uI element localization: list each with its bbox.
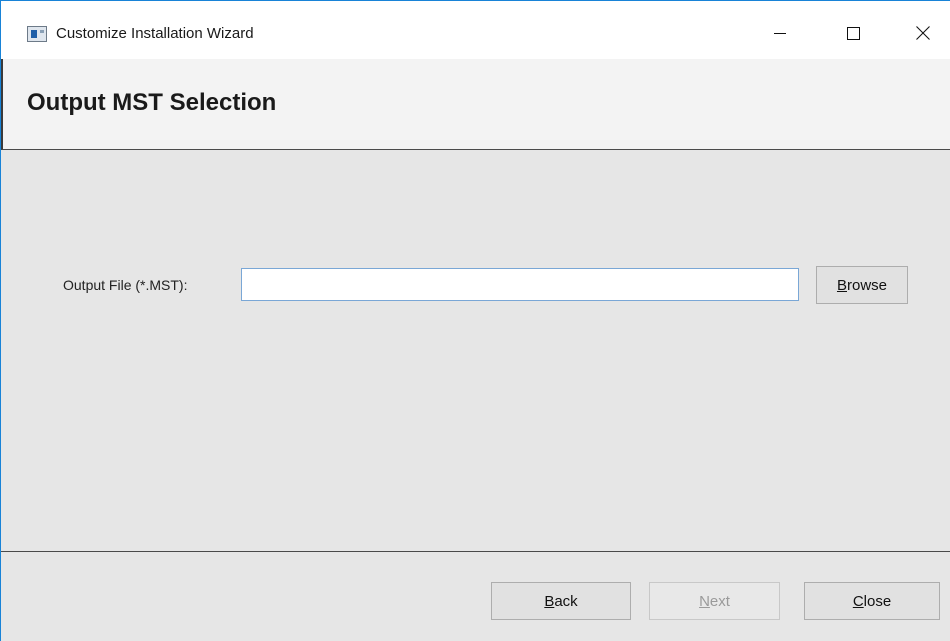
maximize-icon [846, 26, 860, 40]
wizard-window: Customize Installation Wizard Output MST… [0, 0, 950, 641]
minimize-icon [774, 33, 786, 34]
output-file-input[interactable] [241, 268, 799, 301]
close-icon [916, 26, 930, 40]
output-file-label: Output File (*.MST): [63, 277, 188, 293]
close-mnemonic: C [852, 592, 864, 610]
back-label-rest: ack [554, 592, 578, 610]
close-label-rest: lose [863, 592, 892, 610]
browse-label-rest: rowse [847, 276, 888, 294]
title-bar[interactable]: Customize Installation Wizard [1, 1, 950, 59]
next-button[interactable]: Next [649, 582, 780, 620]
next-label-rest: ext [709, 592, 730, 610]
browse-button[interactable]: Browse [816, 266, 908, 304]
content-panel: Output File (*.MST): Browse [1, 151, 950, 551]
close-button[interactable]: Close [804, 582, 940, 620]
close-window-button[interactable] [900, 15, 946, 51]
app-window-icon [27, 26, 47, 42]
window-title: Customize Installation Wizard [56, 25, 254, 42]
minimize-button[interactable] [757, 15, 803, 51]
page-header: Output MST Selection [1, 59, 950, 150]
page-title: Output MST Selection [27, 89, 277, 116]
next-mnemonic: N [699, 592, 710, 610]
back-mnemonic: B [544, 592, 555, 610]
footer-panel: Back Next Close [1, 551, 950, 641]
browse-mnemonic: B [836, 276, 847, 294]
back-button[interactable]: Back [491, 582, 631, 620]
maximize-button[interactable] [830, 15, 876, 51]
